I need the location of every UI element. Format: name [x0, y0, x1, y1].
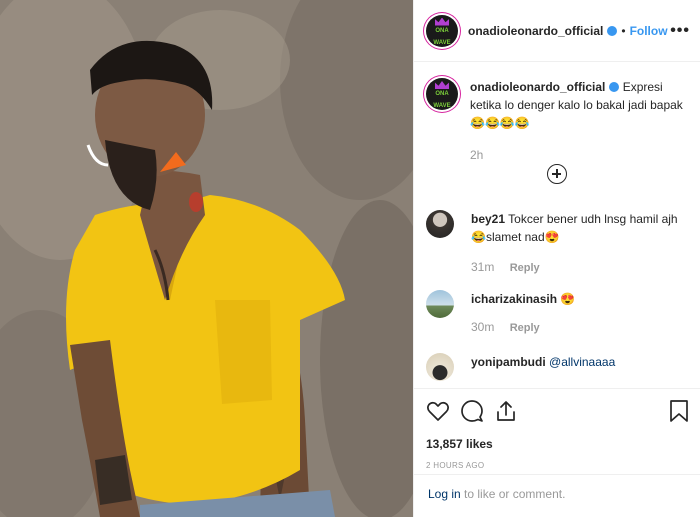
- bookmark-icon[interactable]: [668, 399, 690, 423]
- commenter-avatar[interactable]: [426, 353, 454, 381]
- comment-item: icharizakinasih 😍 30m Reply: [426, 290, 692, 334]
- more-options-icon[interactable]: •••: [670, 22, 690, 40]
- header-username[interactable]: onadioleonardo_official: [468, 24, 603, 38]
- comment-item: bey21 Tokcer bener udh lnsg hamil ajh😂sl…: [426, 210, 692, 274]
- comment-mention-link[interactable]: @allvinaaaa: [549, 355, 615, 369]
- instagram-post-page: ONA WAVE onadioleonardo_official • Follo…: [0, 0, 700, 517]
- avatar-logo-text: ONA WAVE: [433, 27, 451, 46]
- commenter-avatar[interactable]: [426, 290, 454, 318]
- caption-avatar[interactable]: ONA WAVE: [426, 78, 458, 110]
- comment-username[interactable]: icharizakinasih: [471, 292, 557, 306]
- reply-button[interactable]: Reply: [510, 322, 540, 334]
- comment-username[interactable]: yonipambudi: [471, 355, 546, 369]
- caption-username[interactable]: onadioleonardo_official: [470, 80, 605, 94]
- action-icons-row: [426, 399, 689, 425]
- login-prompt: Log in to like or comment.: [414, 474, 700, 513]
- post-photo[interactable]: [0, 0, 413, 517]
- post-caption: ONA WAVE onadioleonardo_official Expresi…: [426, 78, 692, 162]
- verified-badge-icon: [609, 82, 620, 92]
- comment-meta: 30m Reply: [471, 320, 692, 334]
- post-side-panel: ONA WAVE onadioleonardo_official • Follo…: [413, 0, 700, 517]
- posted-time[interactable]: 2 HOURS AGO: [426, 461, 689, 470]
- likes-count[interactable]: 13,857 likes: [426, 437, 689, 451]
- verified-badge-icon: [607, 25, 618, 36]
- avatar-logo-text: ONA WAVE: [433, 91, 451, 109]
- comment-meta: 31m Reply: [471, 260, 692, 274]
- caption-time[interactable]: 2h: [470, 148, 692, 162]
- login-prompt-text: to like or comment.: [460, 487, 566, 501]
- comment-body: yonipambudi @allvinaaaa: [471, 353, 692, 371]
- caption-text-block: onadioleonardo_official Expresi ketika l…: [470, 78, 692, 132]
- account-avatar[interactable]: ONA WAVE: [426, 14, 458, 47]
- comment-bubble-icon[interactable]: [460, 399, 484, 423]
- comment-item: yonipambudi @allvinaaaa: [426, 353, 692, 381]
- follow-button[interactable]: Follow: [630, 24, 668, 38]
- load-more-comments-button[interactable]: [547, 164, 567, 184]
- comment-username[interactable]: bey21: [471, 212, 505, 226]
- login-link[interactable]: Log in: [428, 487, 461, 501]
- share-icon[interactable]: [494, 399, 518, 423]
- separator-dot: •: [621, 23, 626, 38]
- post-header: ONA WAVE onadioleonardo_official • Follo…: [414, 0, 700, 62]
- comment-time[interactable]: 31m: [471, 260, 494, 274]
- reply-button[interactable]: Reply: [510, 262, 540, 274]
- commenter-avatar[interactable]: [426, 210, 454, 238]
- comment-body: bey21 Tokcer bener udh lnsg hamil ajh😂sl…: [471, 210, 692, 246]
- comment-time[interactable]: 30m: [471, 320, 494, 334]
- heart-icon[interactable]: [426, 399, 450, 423]
- comment-body: icharizakinasih 😍: [471, 290, 692, 308]
- photo-illustration: [0, 0, 413, 517]
- post-actions: 13,857 likes 2 HOURS AGO: [414, 388, 700, 470]
- comment-text: 😍: [560, 292, 576, 306]
